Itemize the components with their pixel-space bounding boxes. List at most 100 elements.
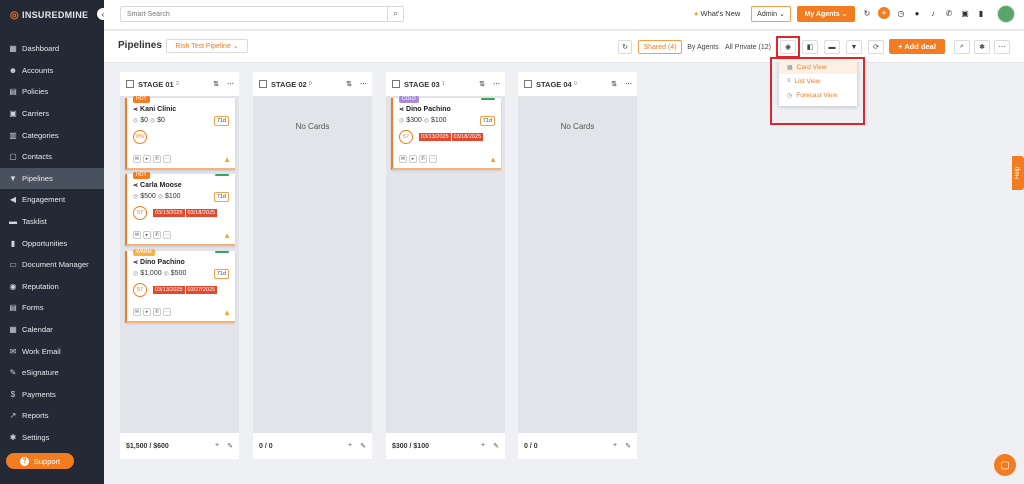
phone-icon[interactable]: ✆ bbox=[419, 155, 427, 163]
layout-button[interactable]: ▬ bbox=[824, 40, 840, 54]
add-icon[interactable]: + bbox=[348, 442, 352, 450]
settings-view-button[interactable]: ⟳ bbox=[868, 40, 884, 54]
more-icon[interactable]: ⋯ bbox=[163, 231, 171, 239]
sidebar-item-tasklist[interactable]: ▬ Tasklist bbox=[0, 211, 104, 233]
sidebar-item-pipelines[interactable]: ▼ Pipelines bbox=[0, 167, 104, 190]
search-icon[interactable]: ⌕ bbox=[387, 7, 403, 21]
view-menu-item[interactable]: ≡ List View bbox=[779, 74, 857, 88]
card-name[interactable]: ⋖ Carla Moose bbox=[133, 182, 182, 189]
deal-card[interactable]: COLD ⋖ Dino Pachino ◎ $300 ◎ $100 71d 57 03/13… bbox=[391, 96, 501, 170]
sidebar-item-document-manager[interactable]: ▭ Document Manager bbox=[0, 254, 104, 276]
task-icon[interactable]: ▸ bbox=[409, 155, 417, 163]
email-icon[interactable]: ✉ bbox=[399, 155, 407, 163]
sidebar-item-policies[interactable]: ▤ Policies bbox=[0, 81, 104, 103]
edit-icon[interactable]: ✎ bbox=[625, 442, 631, 450]
sort-icon[interactable]: ⇅ bbox=[213, 80, 219, 88]
add-deal-button[interactable]: + Add deal bbox=[889, 39, 945, 54]
chip-icon[interactable]: ▣ bbox=[960, 9, 970, 18]
brand-logo[interactable]: ◎ INSUREDMINE bbox=[0, 0, 104, 30]
add-icon[interactable]: + bbox=[215, 442, 219, 450]
by-agents-button[interactable]: By Agents bbox=[684, 40, 722, 54]
stage-checkbox[interactable] bbox=[392, 80, 400, 88]
card-name[interactable]: ⋖ Dino Pachino bbox=[399, 106, 451, 113]
columns-button[interactable]: ◧ bbox=[802, 40, 818, 54]
sort-icon[interactable]: ⇅ bbox=[346, 80, 352, 88]
sidebar-item-dashboard[interactable]: ▦ Dashboard bbox=[0, 38, 104, 60]
user-avatar[interactable] bbox=[997, 5, 1015, 23]
clock-icon[interactable]: ◷ bbox=[896, 9, 906, 18]
phone-icon[interactable]: ✆ bbox=[153, 155, 161, 163]
chat-button[interactable]: ▢ bbox=[994, 454, 1016, 476]
sidebar-item-esignature[interactable]: ✎ eSignature bbox=[0, 362, 104, 384]
search-input[interactable] bbox=[121, 7, 387, 21]
sidebar-item-calendar[interactable]: ▦ Calendar bbox=[0, 319, 104, 341]
score-badge: 57 bbox=[399, 130, 413, 144]
refresh-icon[interactable]: ↻ bbox=[862, 9, 872, 18]
sidebar-item-engagement[interactable]: ◀ Engagement bbox=[0, 189, 104, 211]
sort-icon[interactable]: ⇅ bbox=[479, 80, 485, 88]
sidebar-item-forms[interactable]: ▤ Forms bbox=[0, 297, 104, 319]
mobile-icon[interactable]: ▮ bbox=[976, 9, 986, 18]
refresh-button[interactable]: ↻ bbox=[618, 40, 632, 54]
bell-icon[interactable]: ♪ bbox=[928, 9, 938, 18]
task-icon[interactable]: ▸ bbox=[143, 155, 151, 163]
stage-checkbox[interactable] bbox=[126, 80, 134, 88]
edit-icon[interactable]: ✎ bbox=[227, 442, 233, 450]
more-icon[interactable]: ⋯ bbox=[493, 80, 500, 88]
sidebar-item-reputation[interactable]: ◉ Reputation bbox=[0, 276, 104, 298]
sidebar-item-settings[interactable]: ✱ Settings bbox=[0, 427, 104, 449]
pipeline-select[interactable]: Rish Test Pipeline ⌄ bbox=[166, 39, 248, 53]
whats-new-link[interactable]: ● What's New bbox=[694, 9, 740, 18]
edit-icon[interactable]: ✎ bbox=[493, 442, 499, 450]
sidebar-item-carriers[interactable]: ▣ Carriers bbox=[0, 103, 104, 125]
edit-icon[interactable]: ✎ bbox=[360, 442, 366, 450]
view-menu-item[interactable]: ▦ Card View bbox=[779, 60, 857, 74]
more-icon[interactable]: ⋯ bbox=[360, 80, 367, 88]
layout-icon: ▬ bbox=[828, 43, 836, 51]
more-button[interactable]: ⋯ bbox=[994, 40, 1010, 54]
filter-button[interactable]: ▼ bbox=[846, 40, 862, 54]
sidebar-item-payments[interactable]: $ Payments bbox=[0, 384, 104, 406]
more-icon[interactable]: ⋯ bbox=[227, 80, 234, 88]
sidebar-item-reports[interactable]: ↗ Reports bbox=[0, 405, 104, 427]
task-icon[interactable]: ▸ bbox=[143, 231, 151, 239]
deal-card[interactable]: WARM ⋖ Dino Pachino ◎ $1,000 ◎ $500 71d 57 03/… bbox=[125, 249, 235, 323]
my-agents-button[interactable]: My Agents ⌄ bbox=[797, 6, 855, 22]
email-icon[interactable]: ✉ bbox=[133, 155, 141, 163]
view-menu-item[interactable]: ◷ Forecast View bbox=[779, 88, 857, 102]
deal-card[interactable]: HOT ⋖ Carla Moose ◎ $500 ◎ $100 71d 57 03/13/2… bbox=[125, 172, 235, 246]
sidebar-item-contacts[interactable]: ▢ Contacts bbox=[0, 146, 104, 168]
amount-premium: $0 bbox=[140, 117, 148, 124]
help-tab[interactable]: Help bbox=[1012, 156, 1024, 190]
more-icon[interactable]: ⋯ bbox=[625, 80, 632, 88]
deal-card[interactable]: HOT ⋖ Kani Clinic ◎ $0 ◎ $0 71d 0% ✉ ▸ ✆ ⋯ ▲ bbox=[125, 96, 235, 170]
add-icon[interactable]: + bbox=[613, 442, 617, 450]
task-icon[interactable]: ▸ bbox=[143, 308, 151, 316]
shared-filter-button[interactable]: Shared (4) bbox=[638, 40, 682, 54]
sidebar-item-work-email[interactable]: ✉ Work Email bbox=[0, 340, 104, 362]
phone-icon[interactable]: ✆ bbox=[153, 308, 161, 316]
more-icon[interactable]: ⋯ bbox=[163, 155, 171, 163]
email-icon[interactable]: ✉ bbox=[133, 231, 141, 239]
stage-checkbox[interactable] bbox=[259, 80, 267, 88]
sidebar-item-opportunities[interactable]: ▮ Opportunities bbox=[0, 232, 104, 254]
more-icon[interactable]: ⋯ bbox=[163, 308, 171, 316]
more-icon[interactable]: ⋯ bbox=[429, 155, 437, 163]
phone-icon[interactable]: ✆ bbox=[944, 9, 954, 18]
add-icon[interactable]: + bbox=[878, 7, 890, 19]
support-button[interactable]: ? Support bbox=[6, 453, 74, 469]
card-name[interactable]: ⋖ Kani Clinic bbox=[133, 106, 176, 113]
phone-icon[interactable]: ✆ bbox=[153, 231, 161, 239]
all-private-button[interactable]: All Private (12) bbox=[724, 40, 772, 54]
search-button[interactable]: ⌕ bbox=[954, 40, 970, 54]
sidebar-item-categories[interactable]: ▥ Categories bbox=[0, 124, 104, 146]
card-name[interactable]: ⋖ Dino Pachino bbox=[133, 259, 185, 266]
sort-icon[interactable]: ⇅ bbox=[611, 80, 617, 88]
notification-icon[interactable]: ● bbox=[912, 9, 922, 18]
sidebar-item-accounts[interactable]: ☻ Accounts bbox=[0, 60, 104, 82]
gear-button[interactable]: ✱ bbox=[974, 40, 990, 54]
add-icon[interactable]: + bbox=[481, 442, 485, 450]
stage-checkbox[interactable] bbox=[524, 80, 532, 88]
role-select[interactable]: Admin ⌄ bbox=[751, 6, 791, 22]
email-icon[interactable]: ✉ bbox=[133, 308, 141, 316]
